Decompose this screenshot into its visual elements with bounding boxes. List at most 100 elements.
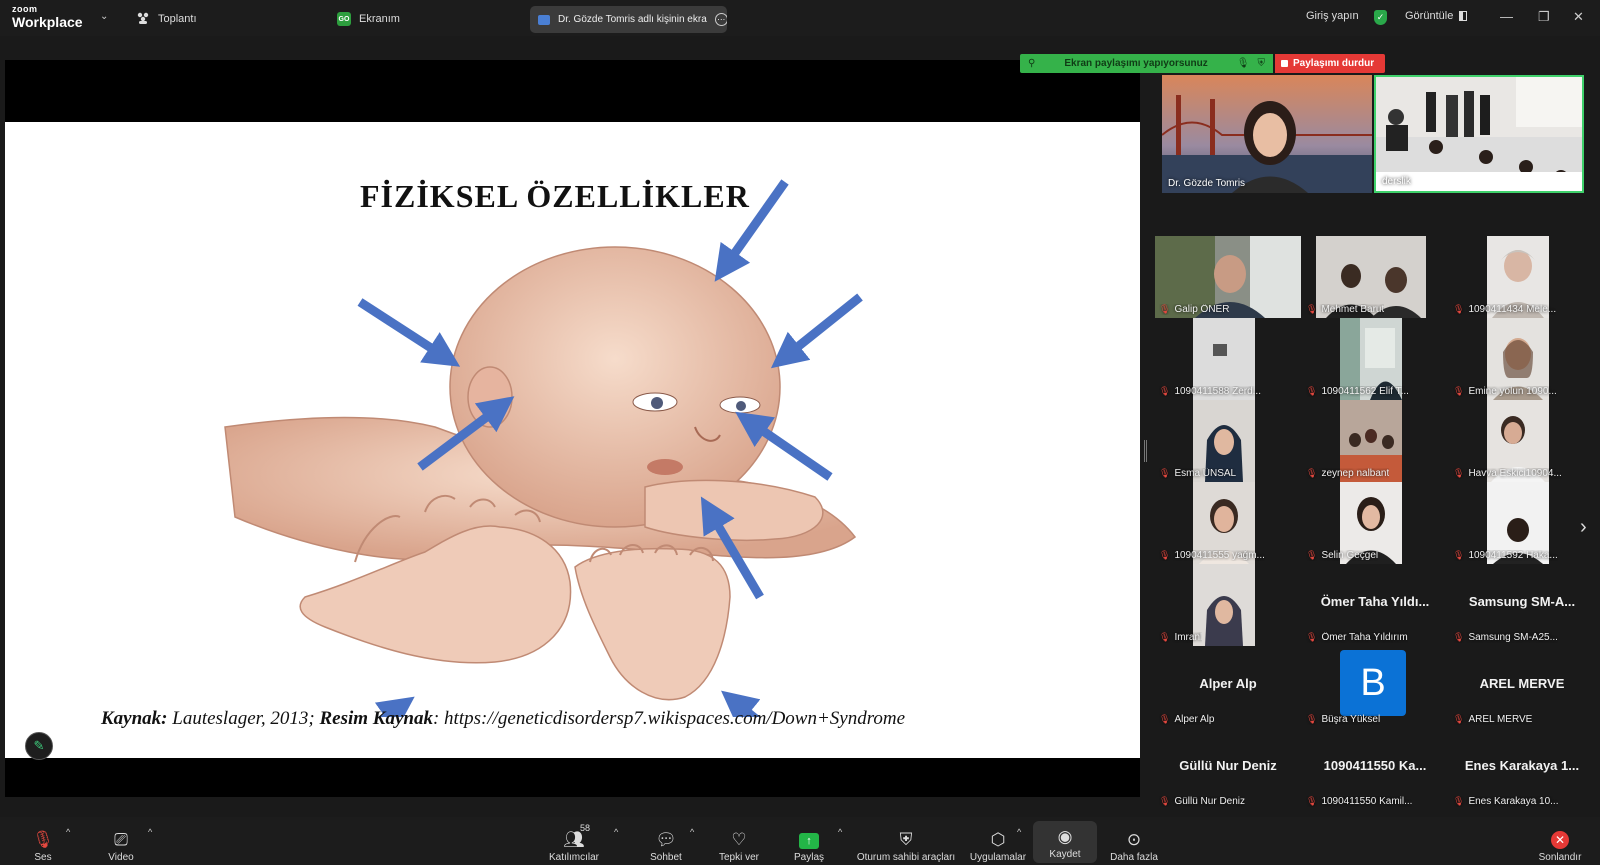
participant-name: 1090411550 Kamil... [1321, 796, 1413, 807]
participant-label: 🎙︎ Alper Alp [1159, 714, 1214, 725]
speaker-name: derslik [1382, 176, 1411, 187]
participant-tile[interactable]: Alper Alp 🎙︎ Alper Alp [1155, 646, 1301, 728]
panel-resize-handle[interactable] [1144, 440, 1147, 462]
share-options-chevron-icon[interactable]: ^ [838, 827, 842, 837]
meeting-label: Toplantı [158, 13, 197, 25]
slide-source: Kaynak: Lauteslager, 2013; Resim Kaynak:… [101, 708, 905, 730]
participants-label: Katılımcılar [548, 852, 599, 863]
more-icon[interactable]: ⋯ [714, 13, 727, 26]
host-video [1162, 75, 1372, 193]
participant-display-name: Enes Karakaya 1... [1464, 758, 1580, 773]
participant-name: İmranl [1174, 632, 1203, 643]
participant-tile[interactable]: Enes Karakaya 1... 🎙︎ Enes Karakaya 10... [1449, 728, 1595, 810]
participants-button[interactable]: 👥︎ 58 Katılımcılar [546, 821, 602, 863]
participant-tile[interactable]: 🎙︎ zeynep nalbant [1302, 400, 1448, 482]
participant-tile[interactable]: 🎙︎ 1090411434 Mele... [1449, 236, 1595, 318]
participant-tile[interactable]: 🎙︎ 1090411588 Zerd... [1155, 318, 1301, 400]
participant-label: 🎙︎ Esma ÜNSAL [1159, 468, 1236, 479]
meeting-tab[interactable]: Toplantı [136, 9, 197, 29]
participant-tile[interactable]: 🎙︎ Havva Eskici10904... [1449, 400, 1595, 482]
stop-square-icon [1281, 60, 1288, 67]
annotate-pencil-icon[interactable]: ✎ [25, 732, 53, 760]
heart-icon: ♡ [731, 830, 747, 849]
video-options-chevron-icon[interactable]: ^ [148, 827, 152, 837]
participant-name: Büşra Yüksel [1321, 714, 1381, 725]
mic-muted-icon: 🎙︎ [1306, 550, 1318, 560]
participant-tile[interactable]: 🎙︎ Galip ÖNER [1155, 236, 1301, 318]
shared-screen-tab[interactable]: Dr. Gözde Tomris adlı kişinin ekra ⋯ [530, 6, 727, 33]
mic-muted-icon: 🎙︎ [1306, 304, 1318, 314]
record-icon: ◉ [1057, 827, 1073, 846]
end-meeting-button[interactable]: ✕ Sonlandır [1536, 821, 1584, 863]
restore-icon[interactable]: ❐ [1538, 9, 1550, 25]
security-shield-icon[interactable]: ✓ [1374, 10, 1387, 25]
audio-button[interactable]: 🎙︎ Ses [28, 821, 58, 863]
participant-tile[interactable]: Samsung SM-A... 🎙︎ Samsung SM-A25... [1449, 564, 1595, 646]
speaker-tile-classroom[interactable]: derslik [1374, 75, 1584, 193]
participant-tile[interactable]: 🎙︎ Esma ÜNSAL [1155, 400, 1301, 482]
participant-display-name: Ömer Taha Yıldı... [1320, 594, 1430, 609]
participant-tile[interactable]: 🎙︎ Emine yolun 1090... [1449, 318, 1595, 400]
participant-tile[interactable]: B 🎙︎ Büşra Yüksel [1302, 646, 1448, 728]
participants-options-chevron-icon[interactable]: ^ [614, 827, 618, 837]
participant-tile[interactable]: 1090411550 Ka... 🎙︎ 1090411550 Kamil... [1302, 728, 1448, 810]
participant-tile[interactable]: 🎙︎ 1090411592 Haka... [1449, 482, 1595, 564]
mic-muted-icon: 🎙︎ [1306, 468, 1318, 478]
mic-muted-icon: 🎙︎ [1306, 714, 1318, 724]
participant-tile[interactable]: Güllü Nur Deniz 🎙︎ Güllü Nur Deniz [1155, 728, 1301, 810]
participant-tile[interactable]: 🎙︎ 1090411562 Elif T... [1302, 318, 1448, 400]
participant-name: 1090411592 Haka... [1468, 550, 1558, 561]
chat-options-chevron-icon[interactable]: ^ [690, 827, 694, 837]
mic-muted-icon: 🎙︎ [1453, 714, 1465, 724]
sharing-status-bar[interactable]: ⚲ Ekran paylaşımı yapıyorsunuz 🎙 ⛨ [1020, 54, 1273, 73]
host-tools-button[interactable]: ⛨ Oturum sahibi araçları [856, 821, 956, 863]
mic-muted-icon: 🎙︎ [1159, 386, 1171, 396]
view-button[interactable]: Görüntüle [1405, 10, 1468, 22]
chevron-down-icon[interactable]: ⌄ [100, 11, 108, 22]
close-icon[interactable]: ✕ [1573, 9, 1584, 25]
participant-label: 🎙︎ Güllü Nur Deniz [1159, 796, 1245, 807]
zoom-logo[interactable]: zoom Workplace [12, 5, 83, 30]
minimize-icon[interactable]: — [1500, 9, 1513, 24]
pin-icon[interactable]: ⚲ [1028, 58, 1035, 69]
my-screen-tab[interactable]: GO Ekranım [337, 9, 400, 29]
shared-screen-label: Dr. Gözde Tomris adlı kişinin ekra [558, 14, 707, 25]
participant-tile[interactable]: 🎙︎ 1090411555 yağm... [1155, 482, 1301, 564]
participant-name: Ömer Taha Yıldırım [1321, 632, 1408, 643]
audio-options-chevron-icon[interactable]: ^ [66, 827, 70, 837]
participant-label: 🎙︎ Mehmet Barut [1306, 304, 1384, 315]
participant-label: 🎙︎ AREL MERVE [1453, 714, 1532, 725]
stop-share-button[interactable]: Paylaşımı durdur [1275, 54, 1385, 73]
record-label: Kaydet [1049, 849, 1081, 860]
mic-muted-icon: 🎙︎ [1159, 796, 1171, 806]
sign-in-link[interactable]: Giriş yapın [1306, 10, 1359, 22]
chat-icon: 💬︎ [655, 830, 677, 849]
sign-in-label: Giriş yapın [1306, 10, 1359, 22]
more-button[interactable]: ⊙ Daha fazla [1106, 821, 1162, 863]
participant-display-name: 1090411550 Ka... [1323, 758, 1427, 773]
participant-tile[interactable]: AREL MERVE 🎙︎ AREL MERVE [1449, 646, 1595, 728]
react-button[interactable]: ♡ Tepki ver [716, 821, 762, 863]
mic-muted-icon: 🎙︎ [1453, 632, 1465, 642]
video-camera-icon: ⎚ [114, 830, 128, 849]
participant-name: Havva Eskici10904... [1468, 468, 1562, 479]
participant-tile[interactable]: 🎙︎ İmranl [1155, 564, 1301, 646]
view-grid-icon [1459, 11, 1468, 21]
video-button[interactable]: ⎚ Video [103, 821, 139, 863]
participant-tile[interactable]: 🎙︎ Mehmet Barut [1302, 236, 1448, 318]
stop-share-label: Paylaşımı durdur [1293, 58, 1375, 69]
participant-display-name: Alper Alp [1199, 676, 1257, 691]
mic-muted-icon: 🎙︎ [1453, 386, 1465, 396]
video-label: Video [108, 852, 134, 863]
speaker-tile-host[interactable]: Dr. Gözde Tomris [1162, 75, 1372, 193]
gallery-next-page-icon[interactable]: › [1580, 516, 1587, 539]
participant-label: 🎙︎ Galip ÖNER [1159, 304, 1229, 315]
participant-tile[interactable]: Ömer Taha Yıldı... 🎙︎ Ömer Taha Yıldırım [1302, 564, 1448, 646]
mic-muted-icon: 🎙︎ [32, 830, 54, 849]
record-button[interactable]: ◉ Kaydet [1033, 821, 1097, 863]
apps-options-chevron-icon[interactable]: ^ [1017, 827, 1021, 837]
participant-tile[interactable]: 🎙︎ Selin Geçgel [1302, 482, 1448, 564]
more-label: Daha fazla [1110, 852, 1158, 863]
chat-button[interactable]: 💬︎ Sohbet [648, 821, 684, 863]
share-button[interactable]: ↑ Paylaş [793, 821, 825, 863]
